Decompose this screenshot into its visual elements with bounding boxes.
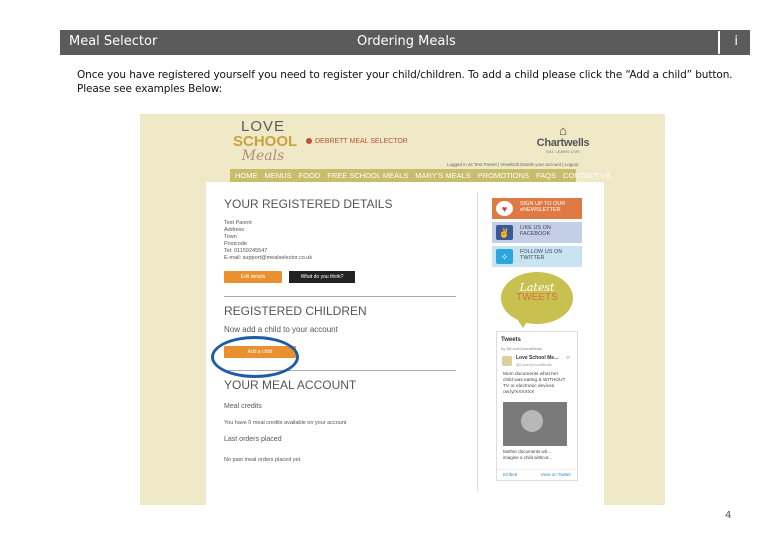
nav-item-contact-us[interactable]: CONTACT US bbox=[563, 171, 611, 182]
info-label: i bbox=[734, 34, 738, 49]
heart-icon: ♥ bbox=[496, 201, 513, 216]
header-divider bbox=[718, 31, 720, 54]
brand-name: Chartwells bbox=[536, 137, 590, 149]
tweet-author-handle[interactable]: @LoveSchoolMeals bbox=[516, 362, 552, 367]
tweets-by[interactable]: by @LoveSchoolMeals bbox=[501, 346, 542, 351]
meal-credits-text: You have 0 meal credits available on you… bbox=[224, 420, 347, 426]
tweets-footer: Embed View on Twitter bbox=[497, 469, 577, 477]
add-child-highlight-ring bbox=[211, 336, 299, 378]
latest-tweets-badge: Latest TWEETS bbox=[501, 272, 573, 324]
registered-children-heading: REGISTERED CHILDREN bbox=[224, 304, 367, 318]
intro-text: Once you have registered yourself you ne… bbox=[77, 68, 733, 96]
nav-item-marys-meals[interactable]: MARY'S MEALS bbox=[415, 171, 470, 182]
slide-left-title: Meal Selector bbox=[69, 34, 158, 49]
intro-line-2: Please see examples Below: bbox=[77, 83, 223, 95]
example-screenshot: LOVE SCHOOL Meals DEBRETT MEAL SELECTOR … bbox=[140, 114, 665, 505]
slide-header-bar: Meal Selector Ordering Meals i bbox=[60, 30, 750, 55]
facebook-button[interactable]: ✌ LIKE US ON FACEBOOK bbox=[492, 222, 582, 243]
tweet-body: Mum documents what her child was eating … bbox=[503, 372, 566, 395]
nav-item-food[interactable]: FOOD bbox=[299, 171, 321, 182]
tweet-caption: Mother documents wh... imagine a child w… bbox=[503, 449, 553, 460]
section-divider bbox=[224, 296, 456, 297]
add-child-prompt: Now add a child to your account bbox=[224, 325, 338, 334]
feedback-button[interactable]: What do you think? bbox=[289, 271, 355, 283]
meal-account-heading: YOUR MEAL ACCOUNT bbox=[224, 378, 357, 392]
site-label-text: DEBRETT MEAL SELECTOR bbox=[315, 138, 408, 145]
logo-line-3: Meals bbox=[241, 148, 285, 164]
twitter-bird-icon: ✧ bbox=[496, 249, 513, 264]
view-on-twitter-link[interactable]: View on Twitter bbox=[541, 472, 571, 477]
nav-item-faqs[interactable]: FAQS bbox=[536, 171, 556, 182]
latest-tweets-line-2: TWEETS bbox=[516, 292, 558, 303]
details-line: Postcode bbox=[224, 241, 247, 247]
facebook-label: LIKE US ON FACEBOOK bbox=[520, 225, 551, 237]
details-line: Town bbox=[224, 234, 237, 240]
tweets-heading: Tweets bbox=[501, 337, 521, 343]
tweet-image[interactable] bbox=[503, 402, 567, 446]
last-orders-heading: Last orders placed bbox=[224, 436, 282, 443]
details-line: Test Parent bbox=[224, 220, 252, 226]
last-orders-text: No past meal orders placed yet. bbox=[224, 457, 302, 463]
twitter-button[interactable]: ✧ FOLLOW US ON TWITTER bbox=[492, 246, 582, 267]
details-line: E-mail: support@mealselector.co.uk bbox=[224, 255, 313, 261]
twitter-label: FOLLOW US ON TWITTER bbox=[520, 249, 563, 261]
nav-item-menus[interactable]: MENUS bbox=[265, 171, 292, 182]
brand-tagline: EAT. LEARN. LIVE bbox=[546, 149, 580, 154]
love-school-meals-logo: LOVE SCHOOL Meals bbox=[233, 118, 298, 164]
avatar[interactable] bbox=[502, 356, 512, 366]
thumbs-up-icon: ✌ bbox=[496, 225, 513, 240]
nav-item-promotions[interactable]: PROMOTIONS bbox=[478, 171, 529, 182]
embed-link[interactable]: Embed bbox=[503, 472, 517, 477]
intro-line-1: Once you have registered yourself you ne… bbox=[77, 69, 733, 81]
site-label: DEBRETT MEAL SELECTOR bbox=[306, 138, 408, 145]
site-dot-icon bbox=[306, 138, 312, 145]
chartwells-logo: ⌂ Chartwells EAT. LEARN. LIVE bbox=[534, 124, 592, 154]
edit-details-button[interactable]: Edit details bbox=[224, 271, 282, 283]
details-line: Tel: 01159245547 bbox=[224, 248, 268, 254]
details-line: Address bbox=[224, 227, 245, 233]
slide-center-title: Ordering Meals bbox=[357, 34, 456, 49]
nav-item-home[interactable]: HOME bbox=[235, 171, 258, 182]
registered-details-heading: YOUR REGISTERED DETAILS bbox=[224, 197, 393, 211]
site-nav: HOME MENUS FOOD FREE SCHOOL MEALS MARY'S… bbox=[230, 169, 611, 182]
tweets-widget: Tweets by @LoveSchoolMeals Love School M… bbox=[496, 331, 578, 481]
nav-item-free-school-meals[interactable]: FREE SCHOOL MEALS bbox=[327, 171, 408, 182]
newsletter-signup-label: SIGN UP TO OUR eNEWSLETTER bbox=[520, 201, 566, 213]
account-links[interactable]: Logged in as Test Parent | View/Edit Det… bbox=[447, 162, 579, 167]
tweet-author-name[interactable]: Love School Me... bbox=[516, 355, 558, 361]
meal-credits-heading: Meal credits bbox=[224, 403, 262, 410]
speech-bubble-tail bbox=[517, 319, 529, 328]
logo-line-2: SCHOOL bbox=[233, 133, 298, 150]
newsletter-signup-button[interactable]: ♥ SIGN UP TO OUR eNEWSLETTER bbox=[492, 198, 582, 219]
page-number: 4 bbox=[725, 510, 732, 521]
logo-line-1: LOVE bbox=[240, 118, 286, 135]
column-divider bbox=[477, 192, 478, 492]
chef-hat-icon: ⌂ bbox=[559, 123, 567, 138]
twitter-bird-icon: ✧ bbox=[565, 355, 571, 362]
